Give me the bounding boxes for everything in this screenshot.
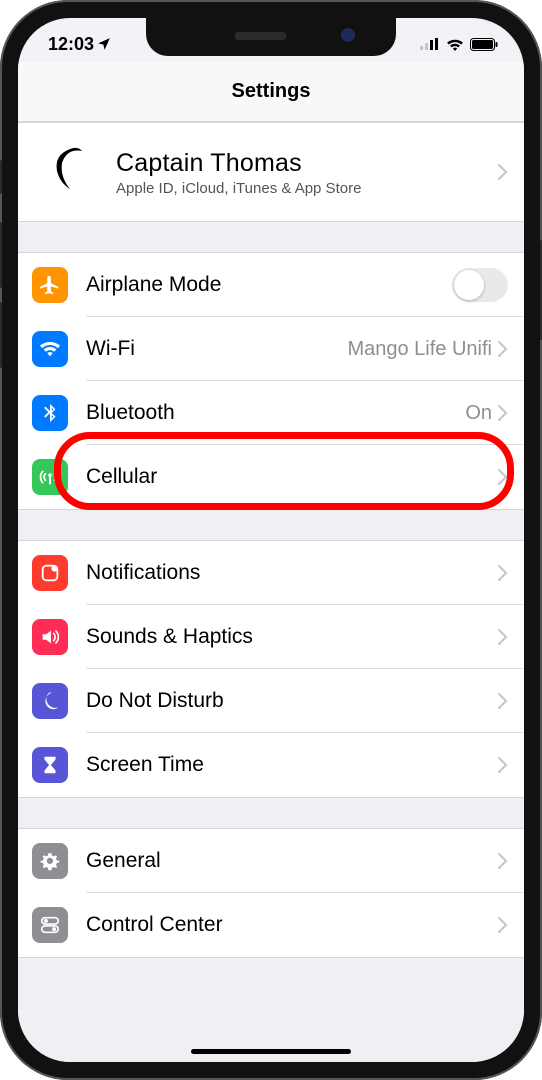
cellular-icon (32, 459, 68, 495)
general-label: General (86, 849, 498, 873)
alerts-group: Notifications Sounds & Haptics (18, 540, 524, 798)
chevron-right-icon (498, 629, 508, 645)
profile-name: Captain Thomas (116, 149, 498, 178)
home-indicator[interactable] (191, 1049, 351, 1054)
chevron-right-icon (498, 917, 508, 933)
cell-signal-icon (420, 38, 440, 50)
airplane-mode-label: Airplane Mode (86, 273, 452, 297)
sounds-row[interactable]: Sounds & Haptics (18, 605, 524, 669)
dnd-label: Do Not Disturb (86, 689, 498, 713)
apple-id-row[interactable]: Captain Thomas Apple ID, iCloud, iTunes … (18, 123, 524, 221)
cellular-label: Cellular (86, 465, 498, 489)
status-time: 12:03 (48, 34, 94, 55)
status-left: 12:03 (48, 26, 111, 55)
general-row[interactable]: General (18, 829, 524, 893)
gear-icon (32, 843, 68, 879)
profile-subtitle: Apple ID, iCloud, iTunes & App Store (116, 180, 498, 197)
switches-icon (32, 907, 68, 943)
status-right (420, 30, 498, 51)
profile-group: Captain Thomas Apple ID, iCloud, iTunes … (18, 122, 524, 222)
phone-frame: 12:03 Settings (0, 0, 542, 1080)
chevron-right-icon (498, 757, 508, 773)
bluetooth-detail: On (465, 402, 492, 425)
airplane-icon (32, 267, 68, 303)
chevron-right-icon (498, 469, 508, 485)
wifi-status-icon (446, 38, 464, 51)
page-title: Settings (232, 80, 311, 103)
dnd-row[interactable]: Do Not Disturb (18, 669, 524, 733)
volume-down-button (0, 302, 2, 368)
system-group: General Control Center (18, 828, 524, 958)
bluetooth-icon (32, 395, 68, 431)
airplane-mode-row[interactable]: Airplane Mode (18, 253, 524, 317)
nav-title-bar: Settings (18, 62, 524, 122)
settings-content[interactable]: Captain Thomas Apple ID, iCloud, iTunes … (18, 122, 524, 1062)
bluetooth-label: Bluetooth (86, 401, 465, 425)
chevron-right-icon (498, 693, 508, 709)
location-arrow-icon (97, 37, 111, 51)
airplane-mode-toggle[interactable] (452, 268, 508, 302)
connectivity-group: Airplane Mode Wi-Fi Mango Life Unifi (18, 252, 524, 510)
chevron-right-icon (498, 853, 508, 869)
control-center-label: Control Center (86, 913, 498, 937)
sounds-icon (32, 619, 68, 655)
chevron-right-icon (498, 405, 508, 421)
hourglass-icon (32, 747, 68, 783)
bluetooth-row[interactable]: Bluetooth On (18, 381, 524, 445)
avatar (40, 141, 102, 203)
wifi-row[interactable]: Wi-Fi Mango Life Unifi (18, 317, 524, 381)
wifi-icon (32, 331, 68, 367)
chevron-right-icon (498, 565, 508, 581)
mute-switch (0, 160, 2, 194)
screen: 12:03 Settings (18, 18, 524, 1062)
control-center-row[interactable]: Control Center (18, 893, 524, 957)
screentime-row[interactable]: Screen Time (18, 733, 524, 797)
chevron-right-icon (498, 341, 508, 357)
wifi-label: Wi-Fi (86, 337, 347, 361)
battery-icon (470, 38, 498, 51)
volume-up-button (0, 222, 2, 288)
notifications-row[interactable]: Notifications (18, 541, 524, 605)
cellular-row[interactable]: Cellular (18, 445, 524, 509)
chevron-right-icon (498, 164, 508, 180)
notifications-icon (32, 555, 68, 591)
notch (146, 18, 396, 56)
notifications-label: Notifications (86, 561, 498, 585)
sounds-label: Sounds & Haptics (86, 625, 498, 649)
wifi-detail: Mango Life Unifi (347, 338, 492, 361)
screentime-label: Screen Time (86, 753, 498, 777)
moon-icon (32, 683, 68, 719)
